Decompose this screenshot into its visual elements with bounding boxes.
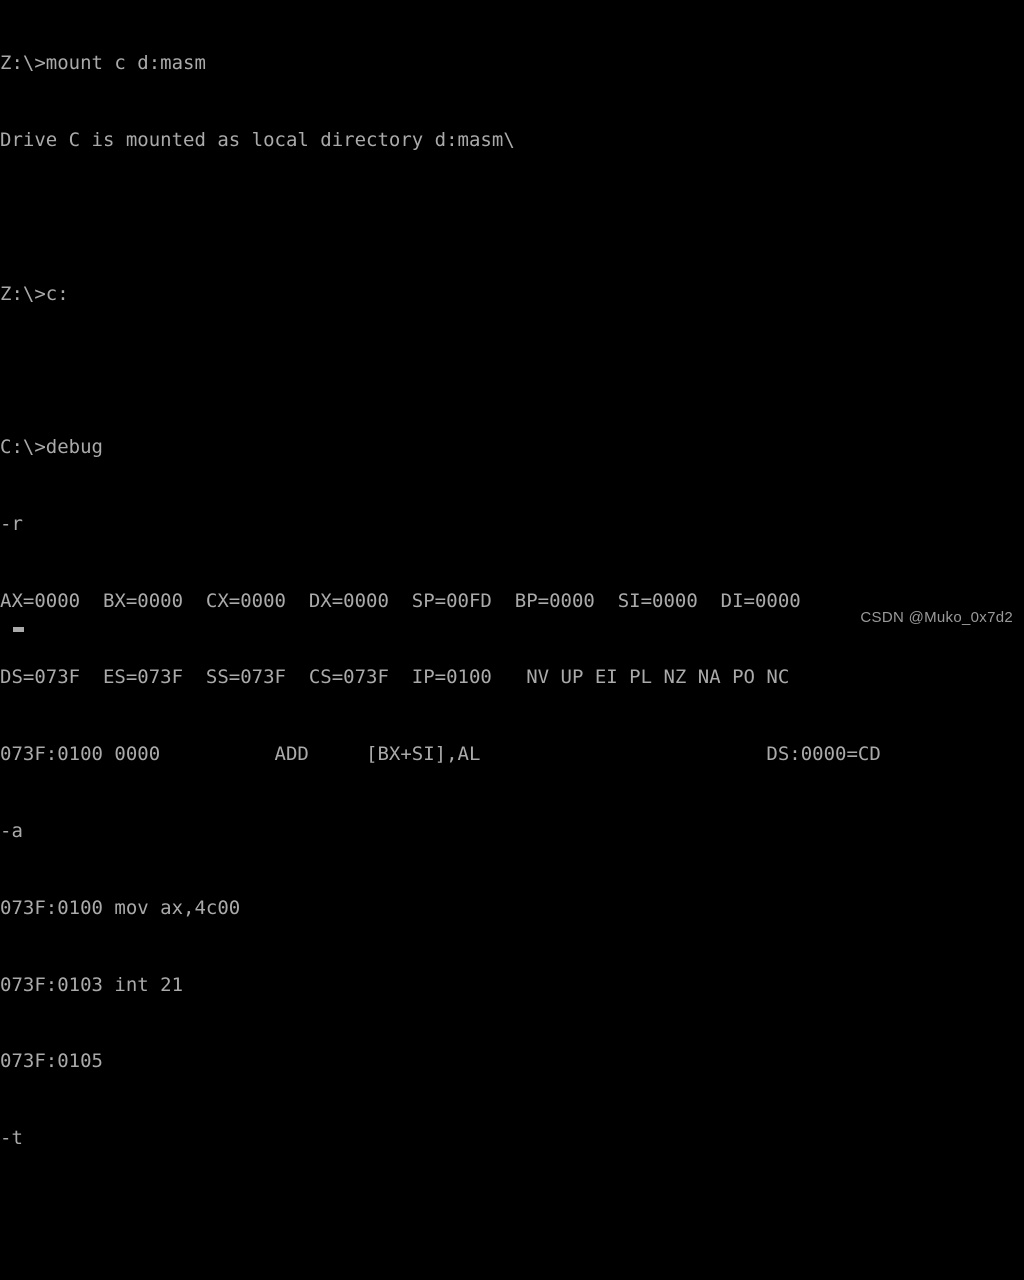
terminal-line: 073F:0103 int 21 <box>0 973 1024 999</box>
terminal-screen[interactable]: Z:\>mount c d:masm Drive C is mounted as… <box>0 0 1024 640</box>
terminal-line: 073F:0105 <box>0 1049 1024 1075</box>
terminal-line: C:\>debug <box>0 435 1024 461</box>
terminal-line: 073F:0100 0000 ADD [BX+SI],AL DS:0000=CD <box>0 742 1024 768</box>
terminal-line: Z:\>mount c d:masm <box>0 51 1024 77</box>
terminal-line: -t <box>0 1126 1024 1152</box>
terminal-line <box>0 358 1024 384</box>
watermark-label: CSDN @Muko_0x7d2 <box>860 608 1013 628</box>
terminal-line: Z:\>c: <box>0 282 1024 308</box>
terminal-line: DS=073F ES=073F SS=073F CS=073F IP=0100 … <box>0 665 1024 691</box>
dosbox-terminal-window[interactable]: Z:\>mount c d:masm Drive C is mounted as… <box>0 0 1024 640</box>
terminal-line <box>0 1203 1024 1229</box>
text-cursor <box>13 627 24 632</box>
terminal-line: -r <box>0 512 1024 538</box>
terminal-line: -a <box>0 819 1024 845</box>
terminal-line: Drive C is mounted as local directory d:… <box>0 128 1024 154</box>
terminal-line <box>0 205 1024 231</box>
terminal-line: 073F:0100 mov ax,4c00 <box>0 896 1024 922</box>
